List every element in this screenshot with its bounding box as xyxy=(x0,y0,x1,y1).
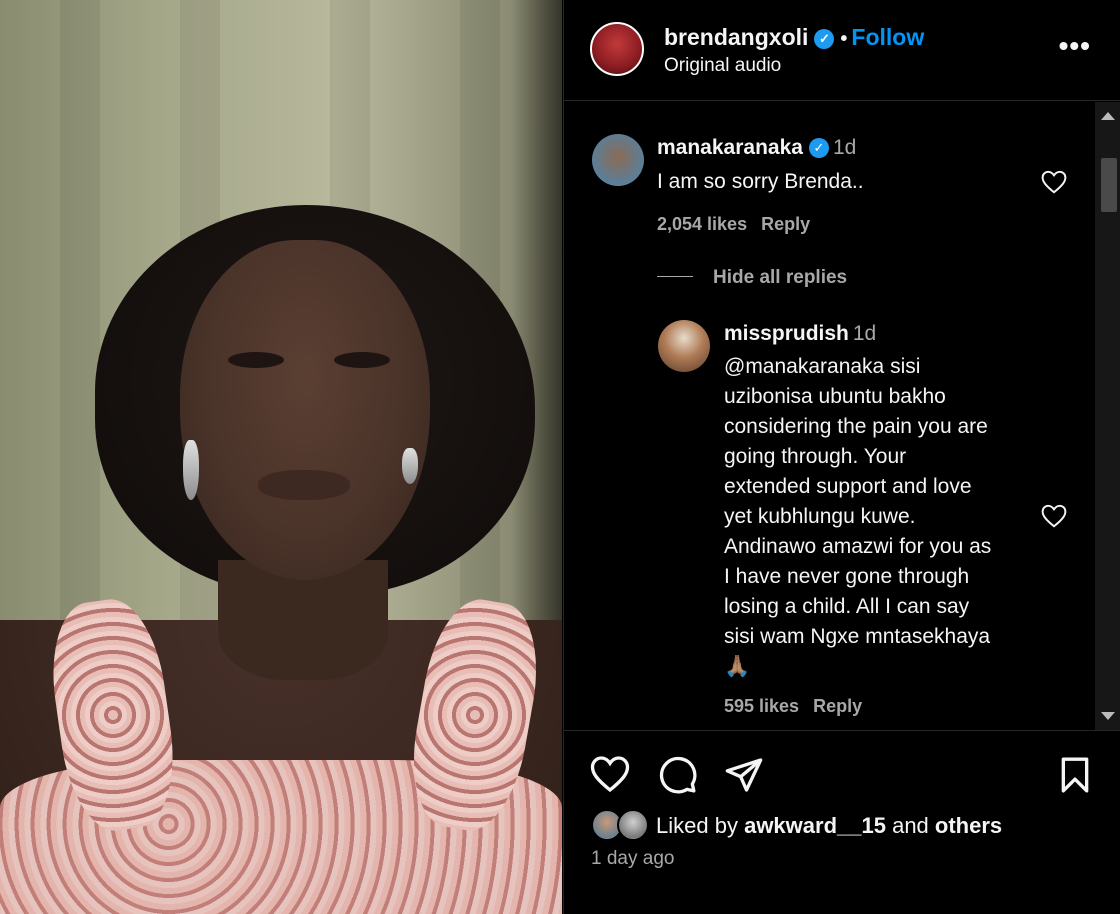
audio-label[interactable]: Original audio xyxy=(664,55,781,77)
liked-by-avatars[interactable] xyxy=(591,809,655,843)
replier-avatar[interactable] xyxy=(658,320,710,372)
video-person-earring xyxy=(402,448,418,484)
video-person-eye xyxy=(334,352,390,368)
reply-button[interactable]: Reply xyxy=(813,696,862,716)
reply-time: 1d xyxy=(852,322,877,345)
like-reply-heart-icon[interactable] xyxy=(1041,504,1067,528)
reply-meta: 595 likes Reply xyxy=(724,696,862,717)
post-actions-footer: Liked by awkward__15 and others 1 day ag… xyxy=(564,730,1120,914)
comment-icon[interactable] xyxy=(658,755,698,795)
verified-icon: ✓ xyxy=(808,138,829,158)
follow-button[interactable]: Follow xyxy=(851,24,924,50)
video-person-face xyxy=(180,240,430,580)
send-icon[interactable] xyxy=(724,755,764,795)
post-header: brendangxoli ✓ • Follow Original audio ••• xyxy=(564,0,1120,101)
comment-meta: 2,054 likes Reply xyxy=(657,214,810,235)
separator-dot: • xyxy=(840,28,848,50)
video-person-mouth xyxy=(258,470,350,500)
scroll-up-arrow-icon[interactable] xyxy=(1101,112,1115,120)
like-heart-icon[interactable] xyxy=(590,755,630,795)
comment-text: I am so sorry Brenda.. xyxy=(657,170,864,193)
hide-replies-button[interactable]: Hide all replies xyxy=(657,267,847,289)
reply-text: @manakaranaka sisi uzibonisa ubuntu bakh… xyxy=(724,352,991,682)
scroll-down-arrow-icon[interactable] xyxy=(1101,712,1115,720)
praying-hands-emoji: 🙏🏽 xyxy=(724,655,751,678)
replier-username[interactable]: missprudish xyxy=(724,322,849,345)
comments-scrollbar[interactable] xyxy=(1095,102,1120,730)
author-avatar[interactable] xyxy=(590,22,644,76)
post-timestamp[interactable]: 1 day ago xyxy=(591,848,674,870)
comment-time: 1d xyxy=(832,136,857,159)
commenter-avatar[interactable] xyxy=(592,134,644,186)
liked-by-others[interactable]: others xyxy=(935,813,1002,838)
commenter-username[interactable]: manakaranaka xyxy=(657,136,803,159)
liker-avatar[interactable] xyxy=(617,809,649,841)
verified-icon: ✓ xyxy=(814,29,835,49)
reply-button[interactable]: Reply xyxy=(761,214,810,234)
reply-likes[interactable]: 595 likes xyxy=(724,696,799,716)
liked-by-username[interactable]: awkward__15 xyxy=(744,813,886,838)
liked-by-text: Liked by awkward__15 and others xyxy=(656,813,1003,838)
author-line: brendangxoli ✓ • Follow xyxy=(664,24,924,51)
divider-line xyxy=(657,276,693,277)
more-options-icon[interactable]: ••• xyxy=(1059,30,1091,62)
post-side-panel: brendangxoli ✓ • Follow Original audio ••• … xyxy=(563,0,1120,914)
scroll-thumb[interactable] xyxy=(1101,158,1117,212)
video-person-earring xyxy=(183,440,199,500)
author-username[interactable]: brendangxoli xyxy=(664,24,808,50)
bookmark-icon[interactable] xyxy=(1055,755,1095,795)
video-person-eye xyxy=(228,352,284,368)
comment-likes[interactable]: 2,054 likes xyxy=(657,214,747,234)
post-video[interactable] xyxy=(0,0,562,914)
like-comment-heart-icon[interactable] xyxy=(1041,170,1067,194)
comments-list: manakaranaka ✓ 1d I am so sorry Brenda.. 2… xyxy=(564,102,1096,730)
